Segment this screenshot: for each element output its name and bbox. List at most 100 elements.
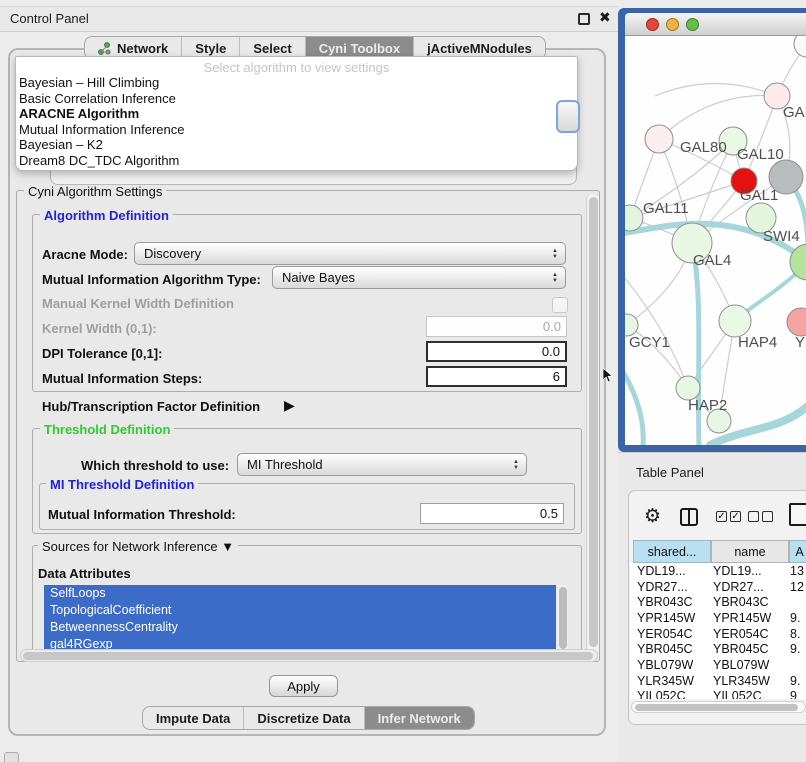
attribute-list-item[interactable]: SelfLoops [44,585,556,602]
aracne-mode-select[interactable]: Discovery ▲▼ [134,242,566,265]
cyni-settings-legend: Cyni Algorithm Settings [24,184,166,199]
table-cell: YBR043C [710,595,786,609]
table-row[interactable]: YDR27...YDR27...12 [630,579,806,595]
column-header-third[interactable]: A [789,540,806,563]
table-cell: 9. [786,611,806,625]
column-header-shared[interactable]: shared... [633,540,711,563]
kernel-width-input[interactable] [426,316,567,337]
tab-label: Network [117,41,168,56]
network-node[interactable] [719,305,751,337]
table-cell: YLR345W [710,674,786,688]
network-edge[interactable] [659,96,777,139]
sources-legend-text: Sources for Network Inference [42,539,218,554]
window-zoom-button[interactable] [686,18,699,31]
gear-icon[interactable]: ⚙ [644,505,661,528]
attribute-list-item[interactable]: BetweennessCentrality [44,619,556,636]
dropdown-item[interactable]: Mutual Information Inference [16,122,577,138]
column-header-name[interactable]: name [711,540,789,563]
checked-checkbox-icon[interactable]: ✓ [716,511,727,522]
table-cell: YER054C [710,627,786,641]
dropdown-item[interactable]: ARACNE Algorithm [16,106,577,122]
network-node[interactable] [794,36,806,57]
network-node-label: GCY1 [629,334,670,351]
settings-vertical-scrollbar[interactable] [586,194,599,656]
table-row[interactable]: YER054CYER054C8. [630,626,806,642]
table-cell: YBL079W [630,658,710,672]
network-node[interactable] [645,125,673,153]
dpi-tolerance-label: DPI Tolerance [0,1]: [42,346,162,361]
network-edge-thick[interactable] [625,366,643,445]
network-node[interactable] [787,308,806,336]
tab-label: Select [253,41,291,56]
bottom-tab-bar: Impute DataDiscretize DataInfer Network [142,706,475,730]
table-row[interactable]: YBL079WYBL079W [630,657,806,673]
table-cell: YBL079W [710,658,786,672]
algorithm-definition-legend: Algorithm Definition [40,208,173,223]
attribute-list-item[interactable]: TopologicalCoefficient [44,602,556,619]
dropdown-item[interactable]: Dream8 DC_TDC Algorithm [16,153,577,169]
tab-discretize-data[interactable]: Discretize Data [244,707,364,729]
network-edge[interactable] [655,84,777,97]
hub-definition-label[interactable]: Hub/Transcription Factor Definition [42,399,260,414]
table-cell: YLR345W [630,674,710,688]
network-node-label: HAP2 [688,397,727,414]
network-node[interactable] [625,205,643,231]
columns-icon[interactable] [680,508,698,526]
dpi-tolerance-input[interactable] [426,341,567,362]
sources-collapse-arrow-icon[interactable]: ▼ [221,539,234,554]
table-row[interactable]: YDL19...YDL19...13 [630,563,806,579]
table-cell: YDL19... [710,564,786,578]
dropdown-placeholder: Select algorithm to view settings [16,57,577,75]
hub-expand-arrow-icon[interactable]: ▶ [284,397,295,414]
table-row[interactable]: YIL052CYIL052C9 [630,689,806,700]
collapsed-panel-button[interactable] [4,752,19,762]
combo-stepper-icon: ▲▼ [506,459,526,471]
checked-checkbox-icon[interactable]: ✓ [730,511,741,522]
float-window-icon[interactable] [578,13,590,25]
mi-threshold-input[interactable] [420,503,564,524]
network-edge-thick[interactable] [692,243,699,445]
apply-button[interactable]: Apply [269,675,338,697]
node-table: YDL19...YDL19...13YDR27...YDR27...12YBR0… [630,563,806,699]
table-cell: YBR045C [630,642,710,656]
network-node-label: GAL80 [680,139,727,156]
table-cell: 9. [786,674,806,688]
settings-horizontal-scrollbar[interactable] [20,649,598,662]
network-node-label: Y [795,334,805,351]
focused-combo-fragment [556,100,580,133]
table-row[interactable]: YPR145WYPR145W9. [630,610,806,626]
which-threshold-select[interactable]: MI Threshold ▲▼ [237,453,527,476]
network-canvas[interactable]: GALGAL80GAL10GAL1GAL11SWI4GAL4GCY1HAP4YH… [625,36,806,445]
network-node[interactable] [625,314,638,336]
unchecked-checkbox-icon[interactable] [748,511,759,522]
dropdown-item[interactable]: Bayesian – K2 [16,137,577,153]
mouse-cursor [603,368,615,384]
window-minimize-button[interactable] [666,18,679,31]
table-row[interactable]: YBR045CYBR045C9. [630,641,806,657]
manual-kernel-width-checkbox[interactable] [552,297,568,313]
network-node-label: GAL4 [693,252,731,269]
table-row[interactable]: YLR345WYLR345W9. [630,673,806,689]
dropdown-item[interactable]: Basic Correlation Inference [16,91,577,107]
tab-impute-data[interactable]: Impute Data [143,707,244,729]
mi-algorithm-type-select[interactable]: Naive Bayes ▲▼ [272,266,566,289]
dropdown-item[interactable]: Bayesian – Hill Climbing [16,75,577,91]
mi-threshold-legend: MI Threshold Definition [46,477,198,492]
network-node-label: GAL [783,104,806,121]
mi-steps-input[interactable] [426,366,567,387]
control-panel-header [0,6,618,32]
page-icon[interactable] [789,503,806,526]
table-row[interactable]: YBR043CYBR043C [630,594,806,610]
combo-stepper-icon: ▲▼ [545,272,565,284]
algorithm-dropdown: Select algorithm to view settings Bayesi… [15,56,578,171]
attributes-scrollbar[interactable] [557,585,568,655]
close-icon[interactable]: ✖ [599,9,611,26]
unchecked-checkbox-icon[interactable] [762,511,773,522]
network-window-titlebar[interactable] [625,13,806,36]
table-cell: 12 [786,580,806,594]
window-close-button[interactable] [646,18,659,31]
table-horizontal-scrollbar[interactable] [631,701,806,713]
tab-infer-network[interactable]: Infer Network [365,707,474,729]
table-cell: YDR27... [710,580,786,594]
combo-stepper-icon: ▲▼ [545,248,565,260]
